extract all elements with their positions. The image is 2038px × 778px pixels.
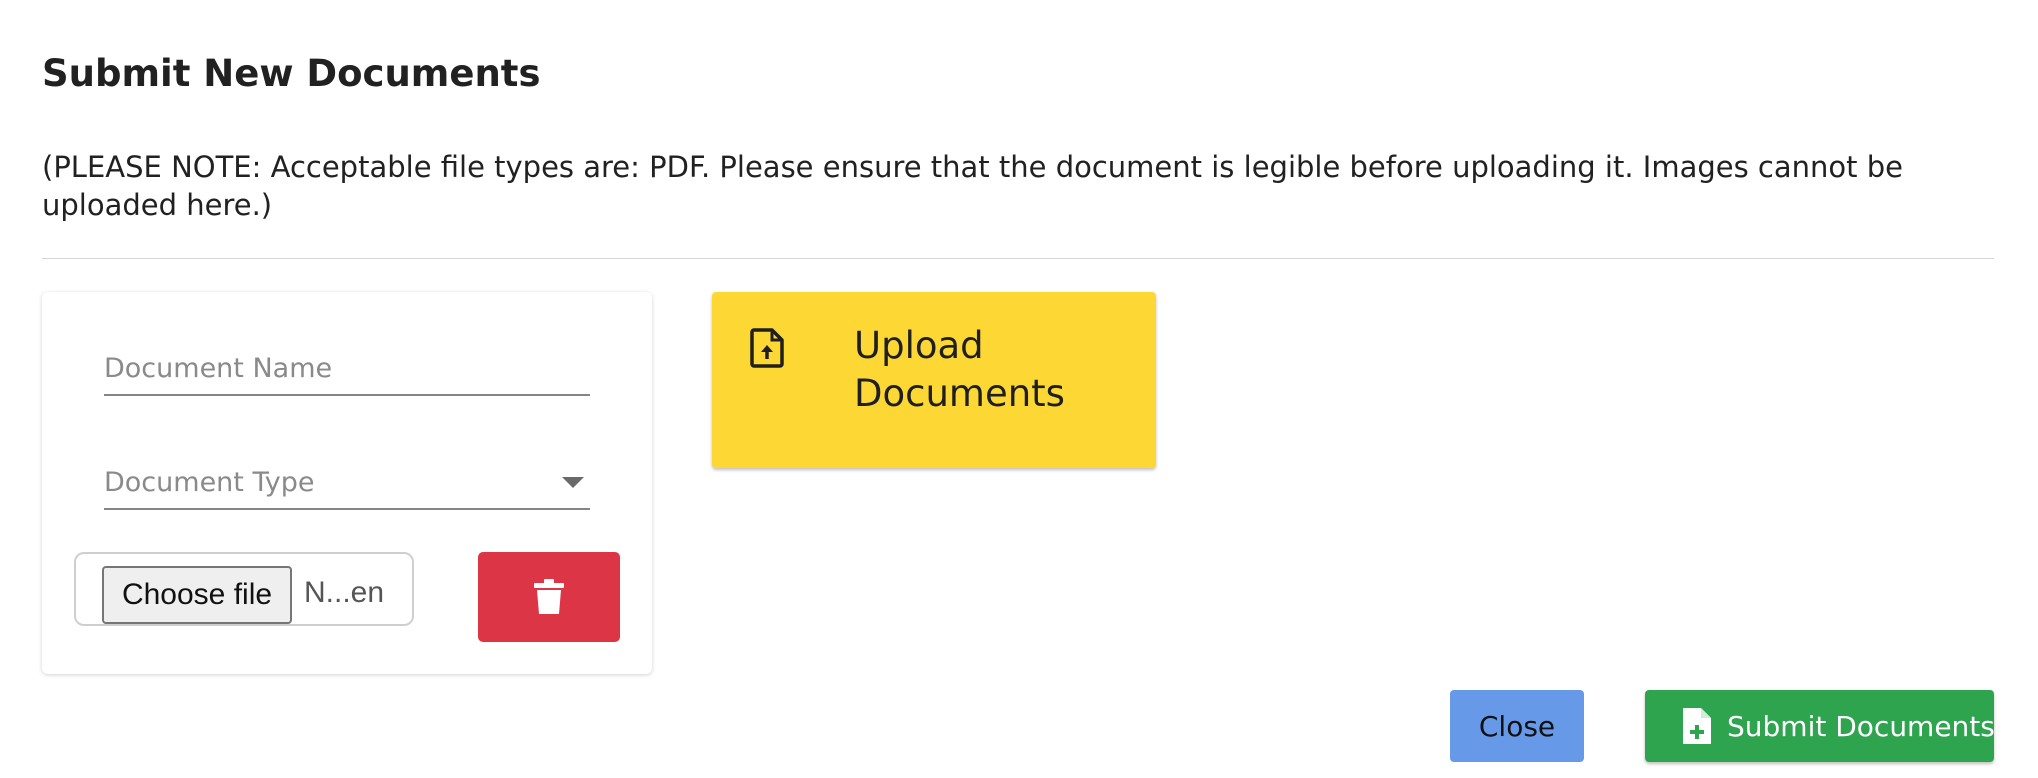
document-name-placeholder: Document Name xyxy=(104,353,333,384)
submit-documents-button[interactable]: Submit Documents xyxy=(1645,690,1995,762)
choose-file-button[interactable]: Choose file xyxy=(102,566,292,624)
file-status-text: N...en xyxy=(304,576,385,609)
submit-documents-dialog: Submit New Documents (PLEASE NOTE: Accep… xyxy=(0,0,2038,778)
submit-documents-label: Submit Documents xyxy=(1727,709,1995,743)
trash-icon xyxy=(534,579,564,614)
close-button[interactable]: Close xyxy=(1450,690,1584,762)
file-upload-icon xyxy=(750,328,784,368)
file-type-note: (PLEASE NOTE: Acceptable file types are:… xyxy=(42,150,1903,222)
upload-documents-label: Upload Documents xyxy=(854,324,1065,415)
dialog-title: Submit New Documents xyxy=(42,52,541,95)
document-type-placeholder: Document Type xyxy=(104,467,315,498)
upload-documents-button[interactable]: Upload Documents xyxy=(712,292,1156,468)
document-type-select[interactable]: Document Type xyxy=(104,456,590,510)
file-plus-icon xyxy=(1681,706,1713,746)
document-name-field[interactable]: Document Name xyxy=(104,342,590,396)
document-entry-card: Document Name Document Type Choose file … xyxy=(42,292,652,674)
delete-document-button[interactable] xyxy=(478,552,620,642)
file-input[interactable]: Choose file N...en xyxy=(74,552,414,626)
chevron-down-icon[interactable] xyxy=(562,477,584,488)
divider xyxy=(42,258,1994,259)
